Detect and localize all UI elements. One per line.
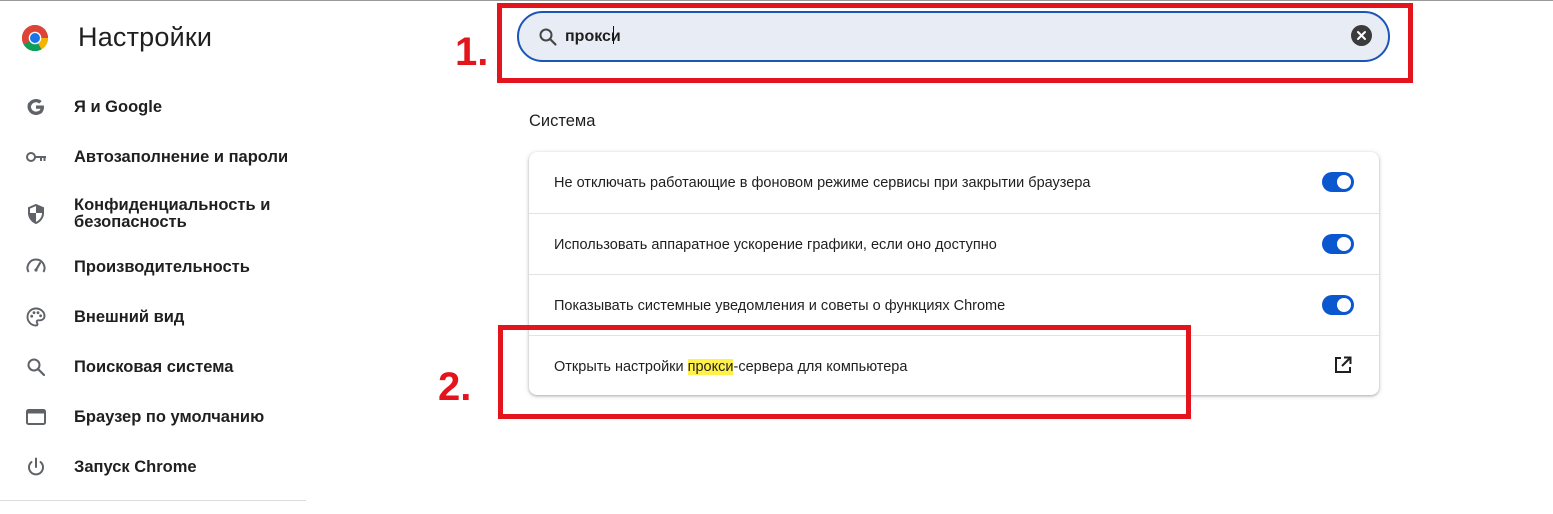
annotation-number-2: 2. <box>438 365 472 409</box>
sidebar-item-search-engine[interactable]: Поисковая система <box>0 342 306 392</box>
sidebar-item-label: Поисковая система <box>74 357 234 376</box>
sidebar-item-default-browser[interactable]: Браузер по умолчанию <box>0 392 306 442</box>
setting-row-background-apps[interactable]: Не отключать работающие в фоновом режиме… <box>529 152 1379 213</box>
sidebar-item-autofill[interactable]: Автозаполнение и пароли <box>0 132 306 182</box>
setting-row-hardware-acceleration[interactable]: Использовать аппаратное ускорение график… <box>529 213 1379 274</box>
power-icon <box>25 456 47 478</box>
shield-icon <box>25 203 47 225</box>
google-g-icon <box>25 96 47 118</box>
setting-label: Не отключать работающие в фоновом режиме… <box>554 175 1091 191</box>
page-title: Настройки <box>78 22 213 52</box>
sidebar-item-label: Я и Google <box>74 97 163 116</box>
setting-label: Показывать системные уведомления и совет… <box>554 298 1006 314</box>
sidebar-item-label: Внешний вид <box>74 307 185 326</box>
hardware-acceleration-toggle[interactable] <box>1322 234 1354 254</box>
sidebar-item-label: Производительность <box>74 257 250 276</box>
sidebar-item-appearance[interactable]: Внешний вид <box>0 292 306 342</box>
sidebar-item-you-and-google[interactable]: Я и Google <box>0 82 306 132</box>
sidebar-item-label: Автозаполнение и пароли <box>74 147 289 166</box>
window-top-border <box>0 0 1553 1</box>
chrome-logo <box>21 24 49 52</box>
sidebar-item-label: Запуск Chrome <box>74 457 197 476</box>
settings-page: Настройки Я и Google Автозаполнение и па… <box>0 0 1553 514</box>
sidebar-item-performance[interactable]: Производительность <box>0 242 306 292</box>
background-apps-toggle[interactable] <box>1322 172 1354 192</box>
search-icon <box>25 356 47 378</box>
section-title: Система <box>529 112 596 130</box>
key-icon <box>25 146 47 168</box>
speedometer-icon <box>25 256 47 278</box>
sidebar-item-label: Браузер по умолчанию <box>74 407 265 426</box>
open-in-new-icon[interactable] <box>1332 354 1354 376</box>
toggle-knob <box>1337 298 1351 312</box>
toggle-knob <box>1337 237 1351 251</box>
system-notifications-toggle[interactable] <box>1322 295 1354 315</box>
annotation-box-search <box>497 3 1413 83</box>
sidebar-divider <box>0 500 306 501</box>
sidebar-item-privacy[interactable]: Конфиденциальность и безопасность <box>0 186 306 242</box>
annotation-number-1: 1. <box>455 30 489 74</box>
sidebar-item-label: Конфиденциальность и безопасность <box>74 196 271 231</box>
palette-icon <box>25 306 47 328</box>
annotation-box-proxy <box>498 325 1191 419</box>
sidebar-item-on-startup[interactable]: Запуск Chrome <box>0 442 306 492</box>
setting-label: Использовать аппаратное ускорение график… <box>554 237 997 253</box>
toggle-knob <box>1337 175 1351 189</box>
browser-window-icon <box>25 406 47 428</box>
